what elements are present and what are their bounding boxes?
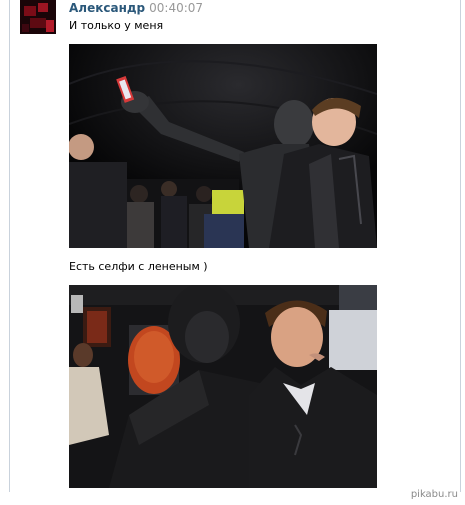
watermark: pikabu.ru [410,489,458,500]
message-time[interactable]: 00:40:07 [149,1,203,15]
message-text: И только у меня [69,19,164,32]
message-header: Александр 00:40:07 [69,1,203,15]
avatar[interactable] [20,0,56,34]
message-photo[interactable] [69,44,377,248]
selfie-photo-1 [69,44,377,248]
selfie-photo-2 [69,285,377,488]
right-divider [460,0,461,492]
message-text: Есть селфи с лененым ) [69,260,208,273]
message-photo[interactable] [69,285,377,488]
author-name[interactable]: Александр [69,1,145,15]
message-page: Александр 00:40:07 И только у меня Есть … [0,0,465,505]
left-divider [9,0,10,492]
